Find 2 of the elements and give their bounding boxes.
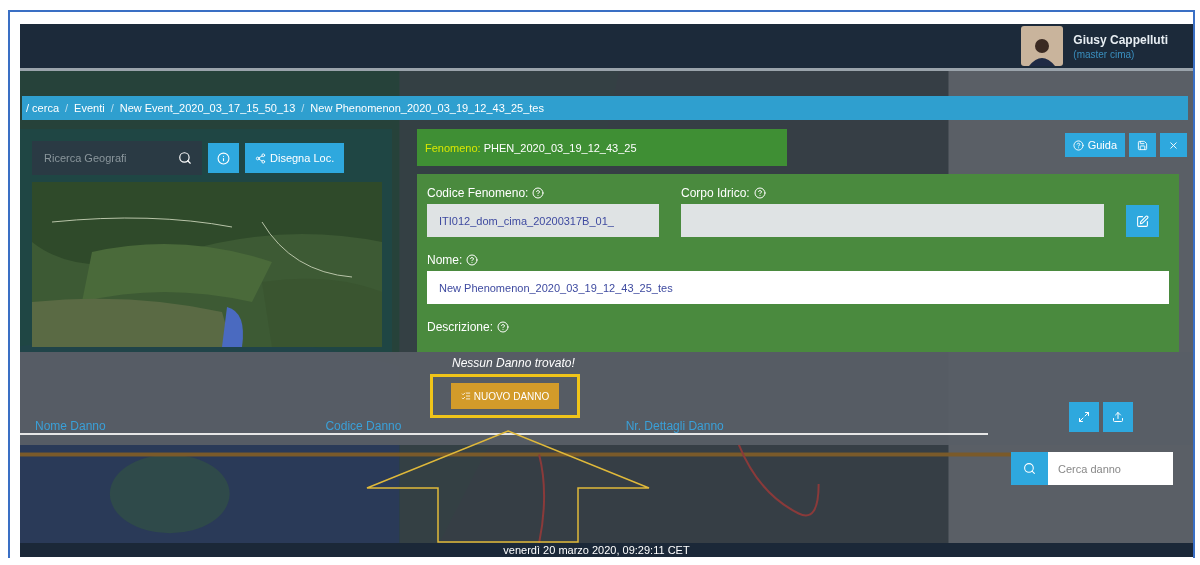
user-name: Giusy Cappelluti — [1073, 32, 1168, 47]
user-role: (master cima) — [1073, 48, 1136, 60]
